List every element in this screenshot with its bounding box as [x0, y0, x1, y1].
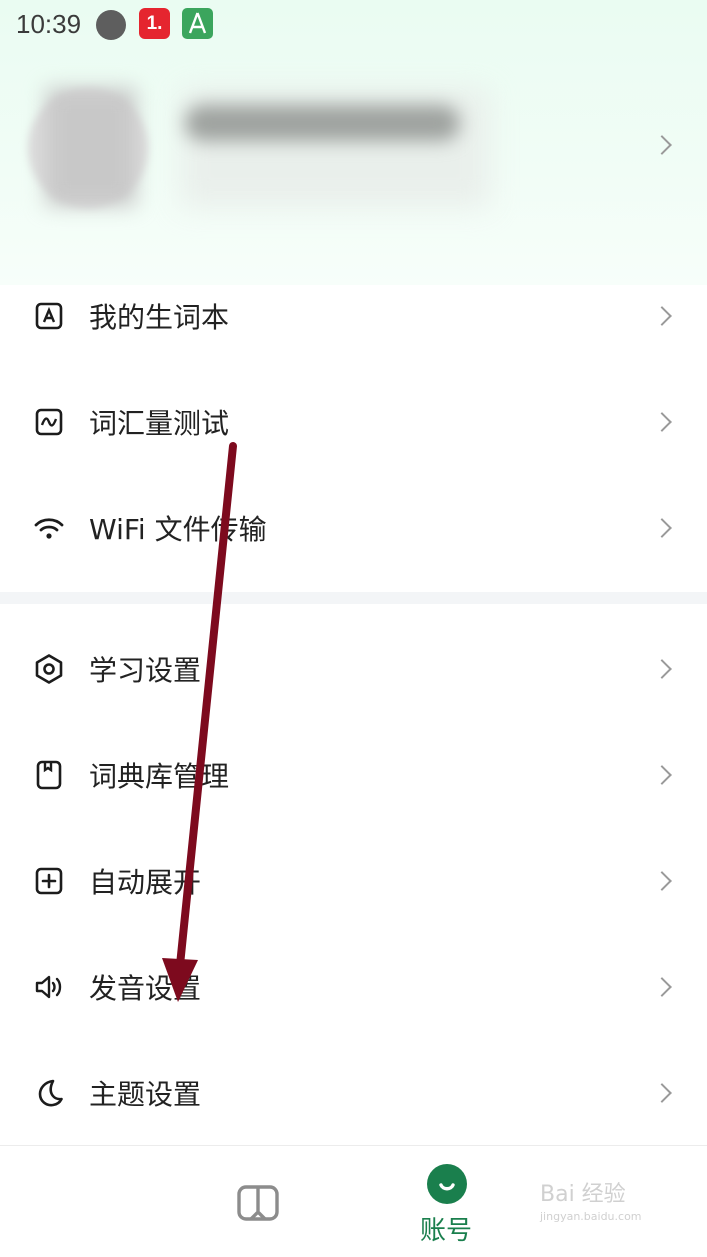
menu-item-wifi-transfer[interactable]: WiFi 文件传输 [0, 475, 707, 581]
menu-item-label: 学习设置 [89, 654, 202, 687]
watermark-text: Bai 经验 [540, 1182, 626, 1207]
chevron-right-icon [652, 1083, 672, 1103]
section-divider [0, 592, 707, 604]
menu-item-label: 发音设置 [89, 972, 202, 1005]
speaker-icon [35, 975, 62, 999]
nav-tab-wordbook-icon[interactable] [236, 1182, 280, 1226]
chevron-right-icon [652, 412, 672, 432]
chevron-right-icon [652, 135, 672, 155]
username-blurred [185, 105, 460, 141]
chevron-right-icon [652, 977, 672, 997]
plus-square-icon [35, 867, 63, 895]
menu-group-1: 我的生词本 词汇量测试 WiFi 文件传输 [0, 263, 707, 581]
nav-tab-account-label[interactable]: 账号 [420, 1210, 472, 1247]
menu-item-pronunciation-settings[interactable]: 发音设置 [0, 934, 707, 1040]
notification-dot-icon [96, 10, 126, 40]
status-bar: 10:39 1. [0, 0, 707, 50]
wifi-icon [34, 518, 64, 539]
menu-group-2: 学习设置 词典库管理 自动展开 发音设置 主题设置 [0, 616, 707, 1146]
dictionary-icon [36, 760, 62, 790]
menu-item-label: 词典库管理 [89, 760, 230, 793]
chevron-right-icon [652, 306, 672, 326]
menu-item-label: 我的生词本 [89, 301, 230, 334]
menu-item-dictionary-management[interactable]: 词典库管理 [0, 722, 707, 828]
menu-item-label: WiFi 文件传输 [89, 513, 267, 546]
menu-item-label: 自动展开 [89, 866, 202, 899]
watermark-url: jingyan.baidu.com [540, 1210, 642, 1223]
avatar-blurred-image [46, 88, 136, 206]
app-notification-icon: 1. [139, 8, 170, 39]
chevron-right-icon [652, 518, 672, 538]
menu-item-vocab-test[interactable]: 词汇量测试 [0, 369, 707, 475]
menu-item-vocabulary-book[interactable]: 我的生词本 [0, 263, 707, 369]
android-studio-icon [182, 8, 213, 39]
nav-tab-account-icon[interactable] [427, 1164, 467, 1204]
chevron-right-icon [652, 765, 672, 785]
vocabulary-book-icon [35, 302, 63, 330]
profile-card[interactable] [0, 70, 707, 230]
hexagon-settings-icon [35, 654, 63, 684]
vocab-test-chart-icon [35, 408, 63, 436]
menu-item-auto-expand[interactable]: 自动展开 [0, 828, 707, 934]
menu-item-theme-settings[interactable]: 主题设置 [0, 1040, 707, 1146]
moon-icon [38, 1079, 63, 1107]
menu-item-label: 主题设置 [89, 1078, 202, 1111]
menu-item-study-settings[interactable]: 学习设置 [0, 616, 707, 722]
chevron-right-icon [652, 871, 672, 891]
menu-item-label: 词汇量测试 [89, 407, 230, 440]
status-time: 10:39 [16, 9, 82, 39]
chevron-right-icon [652, 659, 672, 679]
baidu-jingyan-watermark: Bai 经验 jingyan.baidu.com [540, 1180, 700, 1246]
